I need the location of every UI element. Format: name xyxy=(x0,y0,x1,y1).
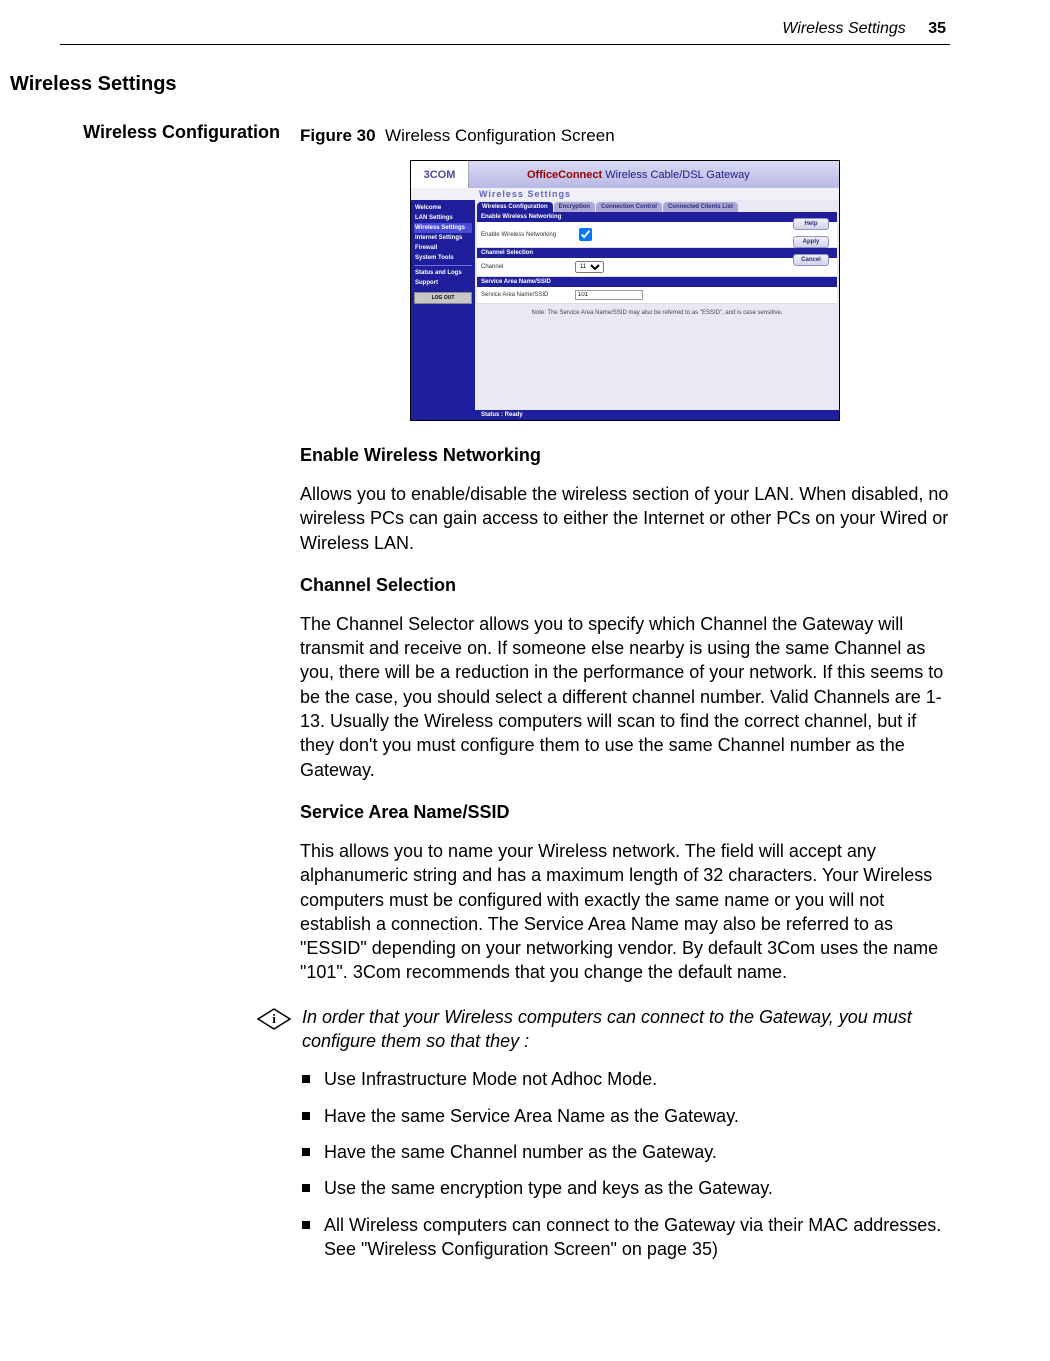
status-bar: Status : Ready xyxy=(475,410,839,420)
screenshot-title: OfficeConnect Wireless Cable/DSL Gateway xyxy=(527,169,750,181)
figure-caption: Figure 30 Wireless Configuration Screen xyxy=(300,126,950,146)
nav-item[interactable]: Firewall xyxy=(414,243,472,253)
channel-select[interactable]: 11 xyxy=(575,261,604,273)
subheading-ssid: Service Area Name/SSID xyxy=(300,802,950,823)
nav-item-selected[interactable]: Wireless Settings xyxy=(414,223,472,233)
list-item: All Wireless computers can connect to th… xyxy=(300,1213,950,1262)
tab-connection-control[interactable]: Connection Control xyxy=(596,202,662,212)
figure-caption-text: Wireless Configuration Screen xyxy=(385,126,615,145)
figure-label: Figure 30 xyxy=(300,126,376,145)
paragraph-ssid: This allows you to name your Wireless ne… xyxy=(300,839,950,985)
tab-connected-clients[interactable]: Connected Clients List xyxy=(663,202,738,212)
nav-item[interactable]: Welcome xyxy=(414,203,472,213)
screenshot-wireless-config: 3COM OfficeConnect Wireless Cable/DSL Ga… xyxy=(410,160,840,421)
nav-item[interactable]: Status and Logs xyxy=(414,268,472,278)
apply-button[interactable]: Apply xyxy=(793,236,829,248)
field-label-channel: Channel xyxy=(481,264,575,270)
list-item: Use the same encryption type and keys as… xyxy=(300,1176,950,1200)
logout-button[interactable]: LOG OUT xyxy=(414,292,472,304)
tab-encryption[interactable]: Encryption xyxy=(554,202,595,212)
tab-wireless-configuration[interactable]: Wireless Configuration xyxy=(477,202,553,212)
running-header: Wireless Settings 35 xyxy=(60,20,950,38)
running-header-page: 35 xyxy=(928,20,946,37)
subheading-channel: Channel Selection xyxy=(300,575,950,596)
nav-item[interactable]: LAN Settings xyxy=(414,213,472,223)
bullet-list: Use Infrastructure Mode not Adhoc Mode. … xyxy=(300,1067,950,1261)
field-label-enable: Enable Wireless Networking xyxy=(481,232,575,238)
note-text: In order that your Wireless computers ca… xyxy=(302,1005,950,1054)
panel-header-channel: Channel Selection xyxy=(477,248,837,258)
help-button[interactable]: Help xyxy=(793,218,829,230)
brand-tagline: Wireless Cable/DSL Gateway xyxy=(602,169,750,181)
list-item: Have the same Channel number as the Gate… xyxy=(300,1140,950,1164)
nav-item[interactable]: Support xyxy=(414,278,472,288)
screenshot-sidebar: Welcome LAN Settings Wireless Settings I… xyxy=(411,200,475,420)
enable-wireless-checkbox[interactable] xyxy=(579,228,592,241)
section-heading: Wireless Settings xyxy=(10,73,280,96)
screenshot-note: Note: The Service Area Name/SSID may als… xyxy=(477,304,837,322)
nav-item[interactable]: System Tools xyxy=(414,253,472,263)
panel-header-ssid: Service Area Name/SSID xyxy=(477,277,837,287)
list-item: Use Infrastructure Mode not Adhoc Mode. xyxy=(300,1067,950,1091)
panel-header-enable: Enable Wireless Networking xyxy=(477,212,837,222)
subheading-enable: Enable Wireless Networking xyxy=(300,445,950,466)
nav-divider xyxy=(414,265,472,266)
ssid-input[interactable] xyxy=(575,290,643,300)
paragraph-channel: The Channel Selector allows you to speci… xyxy=(300,612,950,782)
header-rule xyxy=(60,44,950,45)
info-icon: i xyxy=(256,1007,292,1031)
side-label-wireless-configuration: Wireless Configuration xyxy=(60,120,280,1273)
cancel-button[interactable]: Cancel xyxy=(793,254,829,266)
nav-item[interactable]: Internet Settings xyxy=(414,233,472,243)
running-header-title: Wireless Settings xyxy=(782,20,905,37)
screenshot-subtitle: Wireless Settings xyxy=(411,188,839,200)
brand-name: OfficeConnect xyxy=(527,169,602,181)
list-item: Have the same Service Area Name as the G… xyxy=(300,1104,950,1128)
paragraph-enable: Allows you to enable/disable the wireles… xyxy=(300,482,950,555)
field-label-ssid: Service Area Name/SSID xyxy=(481,292,575,298)
svg-text:i: i xyxy=(272,1011,276,1026)
brand-logo: 3COM xyxy=(411,161,469,188)
